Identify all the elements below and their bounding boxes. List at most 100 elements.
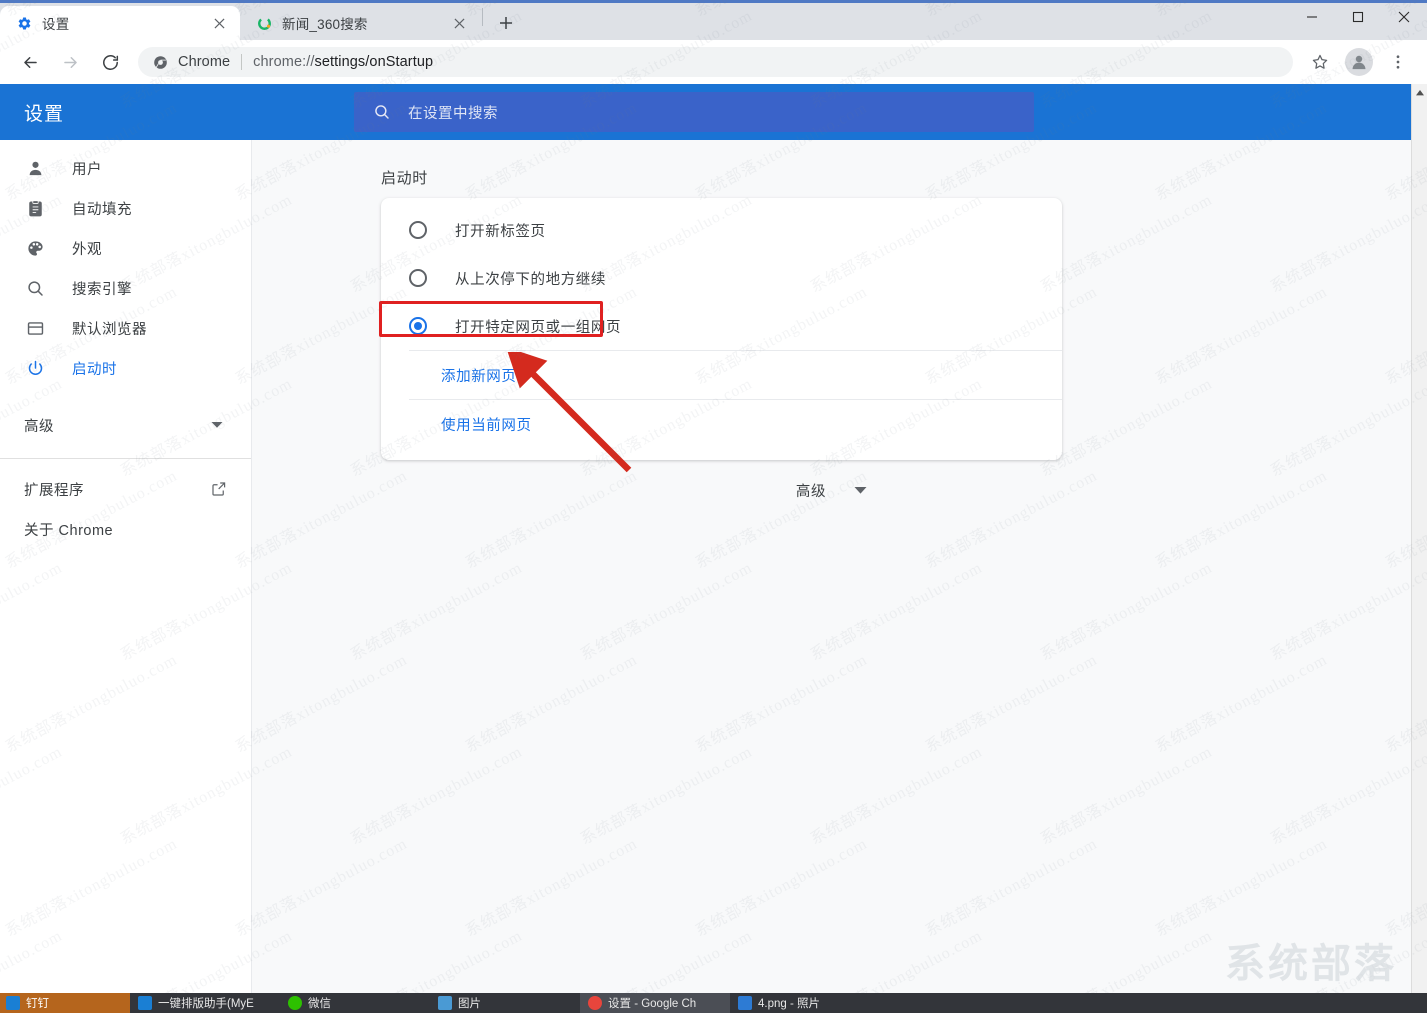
radio-icon xyxy=(409,269,427,287)
taskbar-item-wechat[interactable]: 微信 xyxy=(280,993,430,1013)
new-tab-button[interactable] xyxy=(491,8,521,38)
tab-news360[interactable]: 新闻_360搜索 xyxy=(240,6,480,40)
external-link-icon xyxy=(211,481,227,497)
sidebar-item-label: 用户 xyxy=(72,161,102,178)
three-dot-menu-icon[interactable] xyxy=(1381,45,1415,79)
settings-content: 启动时 打开新标签页 从上次停下的地方继续 打开特定网页或一组网页 添加新网页 xyxy=(252,140,1411,993)
sidebar-item-on-startup[interactable]: 启动时 xyxy=(0,348,251,388)
chevron-down-icon xyxy=(854,486,867,495)
taskbar-item-label: 设置 - Google Ch xyxy=(608,998,697,1010)
minimize-icon[interactable] xyxy=(1289,0,1335,34)
radio-open-specific-pages[interactable]: 打开特定网页或一组网页 xyxy=(381,302,1062,350)
tab-title: 新闻_360搜索 xyxy=(282,17,368,32)
reload-icon[interactable] xyxy=(93,45,127,79)
sidebar-advanced-label: 高级 xyxy=(24,418,54,435)
page-title: 设置 xyxy=(24,103,65,125)
chrome-shield-icon xyxy=(152,54,169,71)
taskbar-item-label: 图片 xyxy=(458,998,481,1010)
tab-settings[interactable]: 设置 xyxy=(0,6,240,40)
omnibox-url: chrome://settings/onStartup xyxy=(253,54,433,70)
taskbar-item-label: 4.png - 照片 xyxy=(758,998,820,1010)
settings-search-input[interactable]: 在设置中搜索 xyxy=(354,92,1034,132)
radio-icon xyxy=(409,221,427,239)
settings-body: 用户 自动填充 外观 搜索引擎 默认浏览器 启动时 高级 扩展程序 关于 Chr… xyxy=(0,140,1411,993)
tab-strip: 设置 新闻_360搜索 xyxy=(0,0,1427,40)
taskbar-start-label: 钉钉 xyxy=(26,998,49,1010)
sidebar-item-label: 启动时 xyxy=(72,361,117,378)
sidebar-item-people[interactable]: 用户 xyxy=(0,148,251,188)
url-path: settings/onStartup xyxy=(314,54,434,70)
use-current-pages-link[interactable]: 使用当前网页 xyxy=(381,400,1062,448)
radio-open-new-tab[interactable]: 打开新标签页 xyxy=(381,206,1062,254)
sidebar-item-extensions[interactable]: 扩展程序 xyxy=(0,469,251,509)
dingtalk-icon xyxy=(6,996,20,1010)
radio-label: 打开特定网页或一组网页 xyxy=(455,319,622,336)
wechat-icon xyxy=(288,996,302,1010)
chrome-icon xyxy=(588,996,602,1010)
gear-icon xyxy=(16,15,33,32)
address-bar[interactable]: Chrome chrome://settings/onStartup xyxy=(138,47,1293,77)
advanced-settings-toggle[interactable]: 高级 xyxy=(252,480,1411,501)
window-accent-bar xyxy=(0,0,1427,3)
tab-separator xyxy=(482,8,483,26)
photos-icon xyxy=(438,996,452,1010)
taskbar-item-chrome[interactable]: 设置 - Google Ch xyxy=(580,993,730,1013)
taskbar-item-png-photos[interactable]: 4.png - 照片 xyxy=(730,993,880,1013)
search-placeholder: 在设置中搜索 xyxy=(408,105,498,122)
sidebar-item-autofill[interactable]: 自动填充 xyxy=(0,188,251,228)
browser-window-icon xyxy=(24,317,46,339)
browser-window: 设置 新闻_360搜索 Chrome chrome://settings/onS… xyxy=(0,0,1427,1013)
close-icon[interactable] xyxy=(208,12,230,34)
link-label: 使用当前网页 xyxy=(441,417,532,434)
scroll-up-icon[interactable] xyxy=(1412,84,1427,101)
sidebar-item-label: 外观 xyxy=(72,241,102,258)
close-icon[interactable] xyxy=(448,12,470,34)
sidebar-item-about-chrome[interactable]: 关于 Chrome xyxy=(0,509,251,549)
close-icon[interactable] xyxy=(1381,0,1427,34)
taskbar-item-editor[interactable]: 一键排版助手(MyE xyxy=(130,993,280,1013)
on-startup-card: 打开新标签页 从上次停下的地方继续 打开特定网页或一组网页 添加新网页 使用当前… xyxy=(381,198,1062,460)
avatar-icon[interactable] xyxy=(1345,48,1373,76)
sidebar-item-label: 搜索引擎 xyxy=(72,281,132,298)
search-icon xyxy=(24,277,46,299)
sidebar-advanced-toggle[interactable]: 高级 xyxy=(0,402,251,448)
person-icon xyxy=(24,157,46,179)
sidebar-item-search-engine[interactable]: 搜索引擎 xyxy=(0,268,251,308)
sidebar-item-appearance[interactable]: 外观 xyxy=(0,228,251,268)
advanced-toggle-label: 高级 xyxy=(795,484,827,500)
forward-arrow-icon xyxy=(53,45,87,79)
search-icon xyxy=(372,102,392,122)
sidebar-item-label: 默认浏览器 xyxy=(72,321,147,338)
radio-continue-where-left-off[interactable]: 从上次停下的地方继续 xyxy=(381,254,1062,302)
maximize-icon[interactable] xyxy=(1335,0,1381,34)
taskbar-start-dingtalk[interactable]: 钉钉 xyxy=(0,993,130,1013)
omnibox-divider xyxy=(241,54,243,70)
omnibox-chip-label: Chrome xyxy=(178,54,231,70)
sidebar-item-label: 自动填充 xyxy=(72,201,132,218)
tab-title: 设置 xyxy=(42,17,70,32)
star-icon[interactable] xyxy=(1303,45,1337,79)
sidebar-divider xyxy=(0,458,251,459)
settings-sidebar: 用户 自动填充 外观 搜索引擎 默认浏览器 启动时 高级 扩展程序 关于 Chr… xyxy=(0,140,252,993)
radio-label: 从上次停下的地方继续 xyxy=(455,271,606,288)
clipboard-icon xyxy=(24,197,46,219)
vertical-scrollbar[interactable] xyxy=(1411,84,1427,993)
section-heading: 启动时 xyxy=(381,170,428,187)
taskbar-item-photos[interactable]: 图片 xyxy=(430,993,580,1013)
sidebar-item-label: 扩展程序 xyxy=(24,482,84,499)
sidebar-item-default-browser[interactable]: 默认浏览器 xyxy=(0,308,251,348)
window-controls xyxy=(1289,0,1427,34)
link-label: 添加新网页 xyxy=(441,368,517,385)
palette-icon xyxy=(24,237,46,259)
settings-header: 设置 在设置中搜索 xyxy=(0,84,1411,140)
back-arrow-icon[interactable] xyxy=(13,45,47,79)
photos-icon xyxy=(738,996,752,1010)
editor-icon xyxy=(138,996,152,1010)
radio-icon-selected xyxy=(409,317,427,335)
windows-taskbar: 钉钉 一键排版助手(MyE 微信 图片 设置 - Google Ch 4.png… xyxy=(0,993,1427,1013)
add-new-page-link[interactable]: 添加新网页 xyxy=(381,351,1062,399)
360-search-icon xyxy=(256,15,273,32)
sidebar-item-label: 关于 Chrome xyxy=(24,522,114,539)
url-scheme: chrome:// xyxy=(253,54,315,70)
chevron-down-icon xyxy=(211,421,223,429)
